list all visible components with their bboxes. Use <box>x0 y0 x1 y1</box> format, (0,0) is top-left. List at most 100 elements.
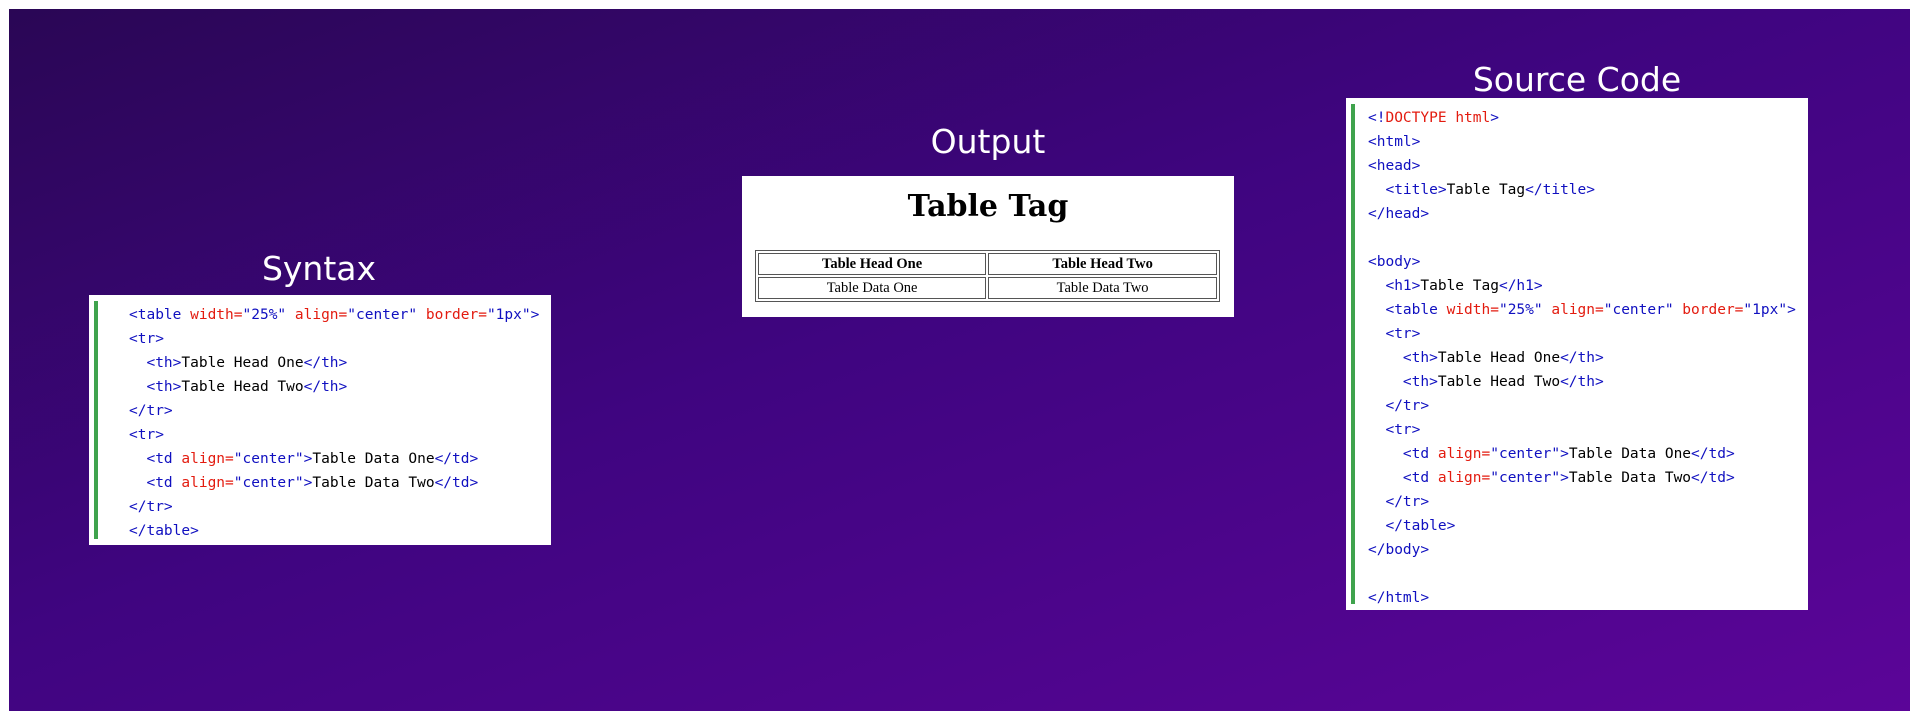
syntax-title: Syntax <box>261 249 377 288</box>
code-token: width= <box>1446 302 1499 318</box>
output-title: Output <box>930 122 1046 161</box>
code-token: align= <box>1437 446 1491 462</box>
code-line: </tr> <box>1368 394 1796 418</box>
source-code-block: <!DOCTYPE html> <html> <head> <title>Table… <box>1368 106 1796 610</box>
code-token: Table Data One <box>312 451 435 467</box>
code-token: <tr> <box>1385 326 1421 342</box>
code-token: </title> <box>1525 182 1595 198</box>
code-line: <td align="center">Table Data One</td> <box>1368 442 1796 466</box>
code-token: "center" <box>347 307 418 323</box>
code-token: </tr> <box>1385 494 1430 510</box>
code-line: <!DOCTYPE html> <box>1368 106 1796 130</box>
code-line: <table width="25%" align="center" border… <box>1368 298 1796 322</box>
code-token: "1px" <box>486 307 531 323</box>
code-accent-bar <box>1351 104 1355 604</box>
code-token: </th> <box>303 355 348 371</box>
code-line: </table> <box>129 519 539 543</box>
code-token: </th> <box>1560 350 1604 366</box>
code-line: <head> <box>1368 154 1796 178</box>
code-token: <td <box>146 451 182 467</box>
code-token: </td> <box>1691 470 1735 486</box>
code-token: </td> <box>434 451 479 467</box>
code-line: </html> <box>1368 586 1796 610</box>
code-line: <td align="center">Table Data Two</td> <box>129 471 539 495</box>
code-accent-bar <box>94 301 98 539</box>
code-line: <title>Table Tag</title> <box>1368 178 1796 202</box>
code-token: "center" <box>1603 302 1674 318</box>
code-token: </head> <box>1368 206 1430 222</box>
table-header-row: Table Head One Table Head Two <box>758 253 1217 275</box>
code-token: "25%" <box>1498 302 1543 318</box>
code-token: <table <box>129 307 191 323</box>
code-token: "center" <box>1490 470 1561 486</box>
code-token: align= <box>1542 302 1604 318</box>
table-data-cell: Table Data Two <box>988 277 1217 299</box>
code-token: <tr> <box>1385 422 1421 438</box>
code-token: </td> <box>1691 446 1735 462</box>
code-token: </tr> <box>129 499 173 515</box>
slide-background: Syntax <table width="25%" align="center"… <box>9 9 1910 711</box>
code-token: <th> <box>1402 350 1438 366</box>
code-token: </tr> <box>129 403 173 419</box>
output-heading: Table Tag <box>907 189 1069 224</box>
code-line: <tr> <box>129 327 539 351</box>
code-line: <table width="25%" align="center" border… <box>129 303 539 327</box>
code-token: </td> <box>434 475 479 491</box>
code-token: </th> <box>303 379 348 395</box>
code-token: Table Data Two <box>312 475 435 491</box>
code-token: > <box>1787 302 1796 318</box>
code-token: <body> <box>1368 254 1421 270</box>
code-token: </body> <box>1368 542 1430 558</box>
code-token: "center" <box>1490 446 1561 462</box>
code-line: <body> <box>1368 250 1796 274</box>
code-token: > <box>1560 470 1569 486</box>
code-token: border= <box>1673 302 1744 318</box>
code-line: <th>Table Head Two</th> <box>129 375 539 399</box>
code-token: <head> <box>1368 158 1421 174</box>
code-token: Table Head One <box>181 355 304 371</box>
code-token: Table Data Two <box>1568 470 1692 486</box>
code-token: </html> <box>1368 590 1430 606</box>
code-line: </body> <box>1368 538 1796 562</box>
code-token: </h1> <box>1498 278 1543 294</box>
code-line: </tr> <box>129 495 539 519</box>
code-token: Table Head Two <box>1437 374 1561 390</box>
code-token: </table> <box>129 523 199 539</box>
code-token: align= <box>286 307 348 323</box>
source-code-title: Source Code <box>1472 60 1682 99</box>
code-token: "1px" <box>1743 302 1788 318</box>
code-token: Table Tag <box>1446 182 1526 198</box>
code-line: </tr> <box>129 399 539 423</box>
code-token: <td <box>1402 470 1438 486</box>
code-line: <tr> <box>129 423 539 447</box>
syntax-code-box: <table width="25%" align="center" border… <box>89 295 551 545</box>
code-line: </head> <box>1368 202 1796 226</box>
code-token: align= <box>181 475 234 491</box>
code-token: <th> <box>146 355 182 371</box>
code-line: <html> <box>1368 130 1796 154</box>
code-token: <td <box>146 475 182 491</box>
source-code-box: <!DOCTYPE html> <html> <head> <title>Table… <box>1346 98 1808 610</box>
code-token: border= <box>417 307 487 323</box>
code-token: > <box>530 307 540 323</box>
table-head-cell: Table Head Two <box>988 253 1217 275</box>
code-token: Table Tag <box>1420 278 1499 294</box>
code-token: <td <box>1402 446 1438 462</box>
code-line: <td align="center">Table Data One</td> <box>129 447 539 471</box>
code-token: "center" <box>233 475 304 491</box>
code-token: "center" <box>233 451 304 467</box>
output-preview: Table Tag Table Head One Table Head Two … <box>742 176 1234 317</box>
code-line: <h1>Table Tag</h1> <box>1368 274 1796 298</box>
